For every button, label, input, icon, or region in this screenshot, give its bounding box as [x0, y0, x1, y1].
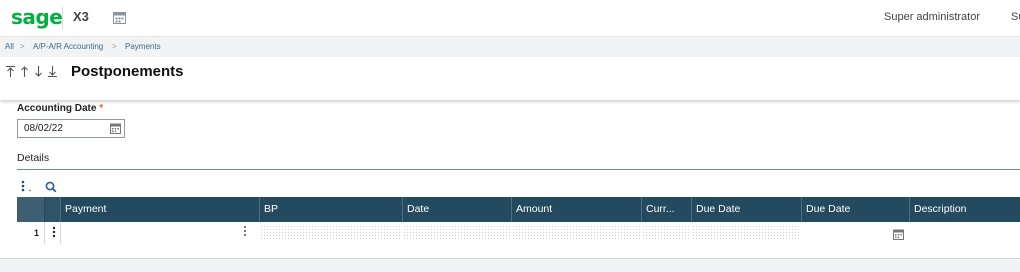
breadcrumb-item-ap-ar-accounting[interactable]: A/P-A/R Accounting: [33, 42, 103, 51]
page-title: Postponements: [71, 63, 184, 80]
chevron-right-icon: >: [20, 42, 25, 51]
cell-currency[interactable]: [642, 225, 690, 241]
calendar-icon[interactable]: [110, 123, 121, 137]
section-divider: [17, 169, 1020, 170]
divider: [62, 7, 63, 29]
grid-corner-menu: [45, 197, 60, 222]
details-section-title: Details: [17, 152, 50, 164]
column-header-date[interactable]: Date: [402, 197, 512, 222]
title-bar: Postponements: [0, 57, 1020, 100]
calendar-icon[interactable]: [113, 11, 126, 29]
cell-amount[interactable]: [512, 225, 640, 241]
row-divider: [44, 222, 45, 244]
cell-date[interactable]: [403, 225, 510, 241]
top-bar: sage X3 Super administrator Su: [0, 0, 1020, 37]
chevron-right-icon: >: [112, 42, 117, 51]
column-header-payment[interactable]: Payment: [60, 197, 260, 222]
arrow-first-icon[interactable]: [5, 65, 16, 81]
cell-due-date-2[interactable]: [802, 225, 907, 241]
row-divider: [60, 222, 61, 244]
page-footer-area: [0, 259, 1020, 272]
search-icon[interactable]: [45, 180, 57, 198]
arrow-last-icon[interactable]: [47, 65, 58, 81]
accounting-date-label: Accounting Date *: [17, 103, 103, 114]
row-number: 1: [34, 228, 40, 238]
column-header-amount[interactable]: Amount: [511, 197, 642, 222]
column-header-due-date-2[interactable]: Due Date: [801, 197, 910, 222]
sage-logo[interactable]: sage: [11, 5, 63, 29]
breadcrumb-item-payments[interactable]: Payments: [125, 42, 161, 51]
calendar-icon[interactable]: [893, 227, 904, 245]
column-header-description[interactable]: Description: [909, 197, 1020, 222]
table-row[interactable]: 1: [17, 222, 1020, 244]
grid-header: Payment BP Date Amount Curr... Due Date …: [17, 197, 1020, 222]
accounting-date-value: 08/02/22: [24, 123, 63, 134]
row-menu-icon[interactable]: [52, 226, 56, 241]
arrow-up-icon[interactable]: [19, 65, 30, 81]
cell-payment[interactable]: [62, 225, 258, 241]
column-header-currency[interactable]: Curr...: [641, 197, 692, 222]
user-menu[interactable]: Super administrator: [884, 11, 980, 23]
column-header-bp[interactable]: BP: [259, 197, 403, 222]
accounting-date-label-text: Accounting Date: [17, 103, 97, 114]
product-name: X3: [73, 9, 89, 24]
grid-corner: [17, 197, 44, 222]
grid-options-menu-icon[interactable]: [20, 180, 34, 195]
required-marker: *: [99, 103, 104, 114]
accounting-date-field[interactable]: 08/02/22: [17, 119, 125, 138]
breadcrumb-item-all[interactable]: All: [5, 42, 14, 51]
user-menu-extra[interactable]: Su: [1011, 11, 1020, 23]
main-content: Accounting Date * 08/02/22 Details Payme…: [0, 100, 1020, 259]
column-header-due-date[interactable]: Due Date: [691, 197, 802, 222]
cell-bp[interactable]: [260, 225, 401, 241]
payment-cell-menu-icon[interactable]: [243, 225, 247, 240]
arrow-down-icon[interactable]: [33, 65, 44, 81]
cell-due-date[interactable]: [692, 225, 799, 241]
breadcrumb: All > A/P-A/R Accounting > Payments: [0, 37, 1020, 57]
cell-description[interactable]: [910, 225, 1020, 241]
